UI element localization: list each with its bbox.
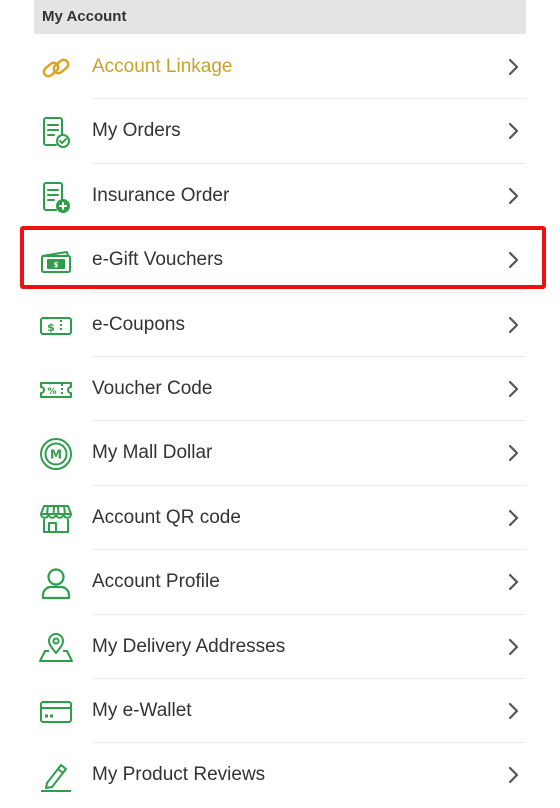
menu-item-insurance-order[interactable]: Insurance Order: [0, 164, 560, 229]
menu-item-my-orders[interactable]: My Orders: [0, 99, 560, 165]
menu-item-account-qr-code[interactable]: Account QR code: [0, 486, 560, 551]
chevron-right-icon: [504, 315, 522, 335]
menu-item-my-mall-dollar[interactable]: M My Mall Dollar: [0, 421, 560, 487]
coupon-icon: $: [38, 308, 74, 344]
menu-item-my-delivery-addresses[interactable]: My Delivery Addresses: [0, 615, 560, 680]
menu-item-label: My e-Wallet: [92, 699, 192, 721]
chevron-right-icon: [504, 443, 522, 463]
link-icon: [38, 50, 74, 86]
chevron-right-icon: [504, 765, 522, 785]
chevron-right-icon: [504, 250, 522, 270]
svg-text:M: M: [50, 448, 62, 462]
menu-item-e-coupons[interactable]: $ e-Coupons: [0, 293, 560, 358]
svg-text:%: %: [47, 387, 56, 397]
menu-item-my-e-wallet[interactable]: My e-Wallet: [0, 679, 560, 744]
chevron-right-icon: [504, 379, 522, 399]
menu-item-label: Account Linkage: [92, 56, 233, 77]
chevron-right-icon: [504, 57, 522, 77]
menu-item-label: Insurance Order: [92, 184, 230, 206]
wallet-card-icon: [38, 694, 74, 730]
menu-item-account-profile[interactable]: Account Profile: [0, 550, 560, 615]
menu-item-e-gift-vouchers[interactable]: $ e-Gift Vouchers: [0, 228, 560, 293]
svg-text:$: $: [47, 321, 55, 334]
menu-item-label: e-Coupons: [92, 313, 185, 335]
chevron-right-icon: [504, 701, 522, 721]
chevron-right-icon: [504, 508, 522, 528]
chevron-right-icon: [504, 121, 522, 141]
menu-item-label: My Orders: [92, 120, 181, 142]
menu-item-label: Account QR code: [92, 506, 241, 528]
menu-item-label: Account Profile: [92, 571, 220, 593]
gift-voucher-icon: $: [38, 243, 74, 279]
section-header-my-account: My Account: [34, 0, 526, 34]
order-list-check-icon: [38, 114, 74, 150]
svg-text:$: $: [54, 261, 59, 269]
chevron-right-icon: [504, 572, 522, 592]
menu-item-label: Voucher Code: [92, 377, 213, 399]
menu-item-label: e-Gift Vouchers: [92, 249, 223, 271]
voucher-code-icon: %: [38, 372, 74, 408]
menu-item-label: My Mall Dollar: [92, 442, 213, 464]
map-pin-icon: [38, 630, 74, 666]
chevron-right-icon: [504, 186, 522, 206]
account-menu: Account Linkage My Orders Insurance Orde…: [0, 35, 560, 808]
menu-item-my-product-reviews[interactable]: My Product Reviews: [0, 743, 560, 807]
menu-item-label: My Delivery Addresses: [92, 635, 286, 657]
person-icon: [38, 565, 74, 601]
menu-item-label: My Product Reviews: [92, 764, 266, 786]
menu-item-account-linkage[interactable]: Account Linkage: [0, 35, 560, 100]
store-qr-icon: [38, 501, 74, 537]
pencil-icon: [38, 758, 74, 794]
menu-item-voucher-code[interactable]: % Voucher Code: [0, 357, 560, 422]
chevron-right-icon: [504, 637, 522, 657]
insurance-order-icon: [38, 179, 74, 215]
mall-dollar-icon: M: [38, 436, 74, 472]
